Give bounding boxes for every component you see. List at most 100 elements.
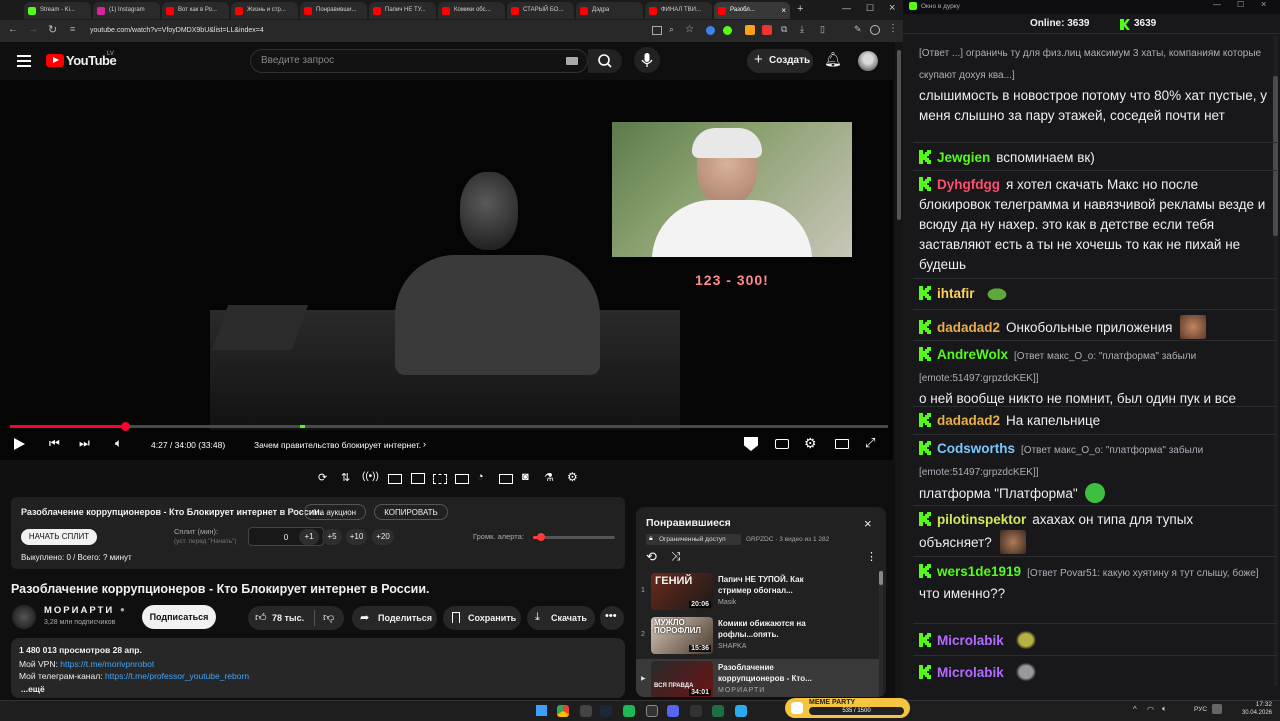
progress-scrubber-handle[interactable] bbox=[120, 422, 130, 431]
tab-close-icon[interactable]: × bbox=[781, 2, 786, 19]
previous-icon[interactable]: ⏮︎ bbox=[49, 436, 60, 451]
app-icon[interactable] bbox=[646, 705, 658, 717]
chat-username[interactable]: Dyhgfdgg bbox=[937, 177, 1000, 192]
cinema-icon[interactable] bbox=[455, 474, 469, 484]
shuffle-icon[interactable]: ⤨ bbox=[671, 549, 681, 564]
discord-icon[interactable] bbox=[667, 705, 679, 717]
film-icon[interactable] bbox=[411, 473, 425, 484]
vpn-link[interactable]: https://t.me/morivpnrobot bbox=[60, 659, 154, 669]
playlist-menu-icon[interactable]: ⋮ bbox=[866, 550, 877, 563]
tab-9[interactable]: ФИНАЛ ТВИ... bbox=[645, 2, 712, 19]
search-input[interactable]: Введите запрос bbox=[250, 49, 588, 73]
extension-icon[interactable] bbox=[706, 26, 715, 35]
play-icon[interactable] bbox=[14, 438, 25, 450]
repeat-icon[interactable]: ⟳ bbox=[318, 471, 327, 484]
window-close-icon[interactable]: × bbox=[889, 2, 895, 14]
dislike-icon[interactable]: 👎︎ bbox=[323, 611, 334, 624]
keyboard-icon[interactable] bbox=[566, 57, 578, 65]
minimize-icon[interactable]: — bbox=[842, 3, 851, 13]
chat-username[interactable]: Jewgien bbox=[937, 150, 990, 165]
input-language[interactable]: РУС bbox=[1194, 706, 1207, 713]
chat-username[interactable]: dadadad2 bbox=[937, 413, 1000, 428]
tab-4[interactable]: Понравивши... bbox=[300, 2, 367, 19]
save-button[interactable]: Сохранить bbox=[443, 606, 521, 630]
tray-chevron-icon[interactable]: ^ bbox=[1133, 705, 1137, 714]
speed-gauge-icon[interactable]: ◔ bbox=[477, 471, 484, 483]
clock-date[interactable]: 30.04.2026 bbox=[1236, 710, 1272, 716]
tab-5[interactable]: Папич НЕ ТУ... bbox=[369, 2, 436, 19]
screenshot-icon[interactable]: ◙ bbox=[522, 471, 529, 483]
show-more-link[interactable]: ...ещё bbox=[21, 684, 45, 694]
download-icon[interactable]: ⤓ bbox=[800, 24, 804, 35]
browser-menu-icon[interactable]: ⋮ bbox=[888, 23, 898, 34]
extension-settings-icon[interactable]: ⚙︎ bbox=[567, 470, 578, 484]
profile-icon[interactable] bbox=[870, 25, 880, 35]
extension-icon[interactable] bbox=[762, 25, 772, 35]
playlist-scrollbar[interactable] bbox=[879, 571, 883, 697]
chat-username[interactable]: wers1de1919 bbox=[937, 564, 1021, 579]
tab-8[interactable]: Дэдра bbox=[576, 2, 643, 19]
increment-10-button[interactable]: +10 bbox=[346, 529, 367, 545]
voice-search-button[interactable] bbox=[634, 47, 660, 73]
tools-icon[interactable]: ✎ bbox=[854, 24, 862, 35]
volume-icon[interactable]: 🔈︎ bbox=[115, 436, 122, 451]
flask-icon[interactable]: ⚗ bbox=[544, 471, 554, 484]
create-button[interactable]: + Создать bbox=[747, 49, 813, 73]
increment-5-button[interactable]: +5 bbox=[322, 529, 342, 545]
meme-party-widget[interactable]: MEME PARTY 535 / 1500 bbox=[785, 698, 910, 718]
chat-scrollbar[interactable] bbox=[1273, 36, 1278, 686]
media-player-icon[interactable] bbox=[690, 705, 702, 717]
progress-bar[interactable] bbox=[10, 425, 888, 428]
site-info-icon[interactable]: ≡ bbox=[70, 24, 75, 34]
chevron-right-icon[interactable]: › bbox=[423, 439, 426, 449]
zoom-icon[interactable]: ⌕ bbox=[669, 24, 674, 35]
speaker-icon[interactable]: 🔈︎ bbox=[1162, 704, 1167, 714]
tab-10-active[interactable]: Разобл... × bbox=[714, 2, 790, 19]
crop-icon[interactable] bbox=[433, 474, 447, 484]
playlist-item[interactable]: 1 ГЕНИЙ 20:06 Папич НЕ ТУПОЙ. Как стриме… bbox=[636, 571, 879, 615]
page-scrollbar[interactable] bbox=[895, 42, 903, 700]
install-app-icon[interactable] bbox=[652, 26, 662, 35]
maximize-icon[interactable]: ☐ bbox=[1237, 0, 1244, 9]
tab-1[interactable]: (1) Instagram bbox=[93, 2, 160, 19]
minimize-icon[interactable]: — bbox=[1213, 0, 1221, 9]
next-icon[interactable]: ⏭︎ bbox=[79, 436, 90, 451]
channel-avatar[interactable] bbox=[12, 605, 36, 629]
spotify-icon[interactable] bbox=[623, 705, 635, 717]
more-actions-button[interactable]: ••• bbox=[600, 606, 624, 630]
new-tab-icon[interactable]: + bbox=[797, 3, 803, 15]
alert-volume-slider[interactable] bbox=[533, 536, 615, 539]
theater-mode-icon[interactable] bbox=[835, 439, 849, 449]
search-button[interactable] bbox=[588, 49, 622, 73]
back-icon[interactable]: ← bbox=[8, 24, 18, 35]
file-explorer-icon[interactable] bbox=[580, 705, 592, 717]
extension-icon[interactable] bbox=[723, 26, 732, 35]
video-player[interactable]: 123 - 300! bbox=[0, 80, 893, 460]
tab-3[interactable]: Жизнь и стр... bbox=[231, 2, 298, 19]
window-close-icon[interactable]: × bbox=[1261, 0, 1266, 9]
telegram-link[interactable]: https://t.me/professor_youtube_reborn bbox=[105, 671, 249, 681]
sidebar-icon[interactable]: ▯ bbox=[820, 24, 825, 35]
avatar[interactable] bbox=[858, 51, 878, 71]
chat-username[interactable]: dadadad2 bbox=[937, 320, 1000, 335]
chat-username[interactable]: ihtafir bbox=[937, 286, 975, 301]
hamburger-menu-icon[interactable] bbox=[17, 55, 31, 57]
extensions-puzzle-icon[interactable]: ⧉ bbox=[781, 24, 787, 35]
wifi-icon[interactable]: ◠ bbox=[1147, 705, 1154, 714]
tab-7[interactable]: СТАРЫЙ БО... bbox=[507, 2, 574, 19]
playlist-item[interactable]: 2 МУЖЛО ПОРОФЛИЛ 15:36 Комики обижаются … bbox=[636, 615, 879, 659]
playlist-title[interactable]: Понравившиеся bbox=[646, 517, 731, 529]
steam-icon[interactable] bbox=[600, 705, 612, 717]
like-count[interactable]: 78 тыс. bbox=[272, 613, 304, 623]
tab-0[interactable]: Stream - Ki... bbox=[24, 2, 91, 19]
increment-1-button[interactable]: +1 bbox=[299, 529, 319, 545]
chat-username[interactable]: Microlabik bbox=[937, 665, 1004, 680]
increment-20-button[interactable]: +20 bbox=[372, 529, 394, 545]
auction-button[interactable]: На аукцион bbox=[304, 504, 366, 520]
notifications-bell-icon[interactable]: 🔔︎ bbox=[824, 51, 842, 68]
maximize-icon[interactable]: ☐ bbox=[866, 3, 874, 14]
chat-username[interactable]: AndreWolx bbox=[937, 347, 1008, 362]
subscribe-button[interactable]: Подписаться bbox=[142, 605, 216, 629]
download-button[interactable]: ⤓ Скачать bbox=[527, 606, 595, 630]
alert-volume-handle[interactable] bbox=[537, 533, 546, 541]
